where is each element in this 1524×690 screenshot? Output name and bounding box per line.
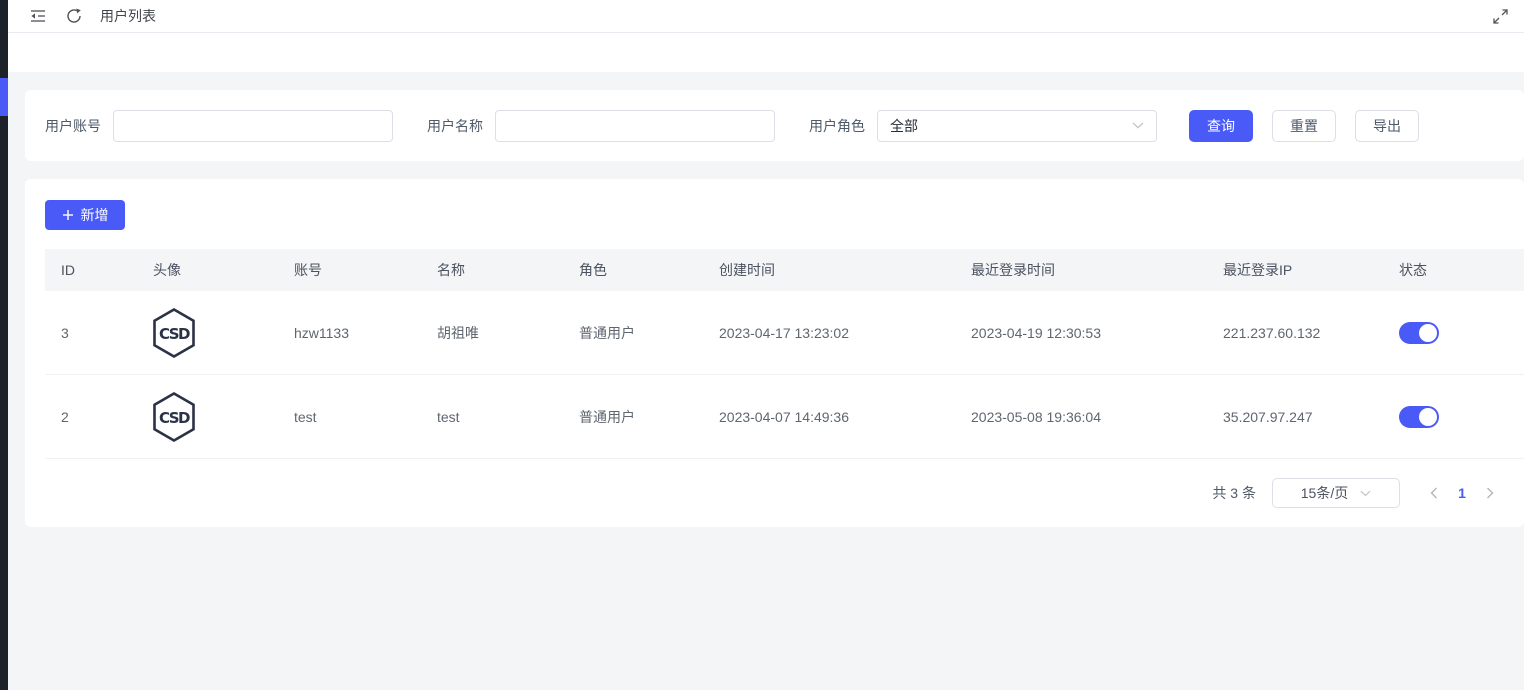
user-role-selected-value: 全部 xyxy=(890,116,1132,136)
fullscreen-icon[interactable] xyxy=(1490,6,1510,26)
cell-status xyxy=(1383,406,1524,428)
table-row: 3 CSD hzw1133 胡祖唯 普通用户 2023-04-17 13:23:… xyxy=(45,291,1524,375)
export-button[interactable]: 导出 xyxy=(1355,110,1419,142)
svg-text:CSD: CSD xyxy=(159,325,190,343)
chevron-down-icon xyxy=(1360,490,1371,497)
field-user-account: 用户账号 xyxy=(45,110,393,142)
cell-last-login: 2023-04-19 12:30:53 xyxy=(955,325,1207,341)
add-user-label: 新增 xyxy=(81,205,109,225)
col-header-id: ID xyxy=(45,262,137,278)
user-account-label: 用户账号 xyxy=(45,116,101,136)
cell-role: 普通用户 xyxy=(563,323,703,343)
topbar: 用户列表 xyxy=(8,0,1524,33)
cell-created: 2023-04-17 13:23:02 xyxy=(703,325,955,341)
tabs-strip xyxy=(8,33,1524,72)
chevron-down-icon xyxy=(1132,122,1144,129)
cell-last-login: 2023-05-08 19:36:04 xyxy=(955,409,1207,425)
user-role-label: 用户角色 xyxy=(809,116,865,136)
cell-last-ip: 35.207.97.247 xyxy=(1207,409,1383,425)
plus-icon xyxy=(62,209,74,221)
cell-account: test xyxy=(278,409,421,425)
cell-account: hzw1133 xyxy=(278,325,421,341)
chevron-left-icon[interactable] xyxy=(1420,479,1448,507)
hexagon-csd-logo-icon: CSD xyxy=(153,308,195,358)
table-row: 2 CSD test test 普通用户 2023-04-07 14:49:36… xyxy=(45,375,1524,459)
cell-name: test xyxy=(421,409,563,425)
table-footer: 共 3 条 15条/页 1 xyxy=(45,459,1524,527)
cell-name: 胡祖唯 xyxy=(421,323,563,343)
col-header-last-ip: 最近登录IP xyxy=(1207,260,1383,280)
col-header-name: 名称 xyxy=(421,260,563,280)
chevron-right-icon[interactable] xyxy=(1476,479,1504,507)
field-user-name: 用户名称 xyxy=(427,110,775,142)
total-count-label: 共 3 条 xyxy=(1212,483,1256,503)
field-user-role: 用户角色 全部 xyxy=(809,110,1157,142)
cell-created: 2023-04-07 14:49:36 xyxy=(703,409,955,425)
col-header-status: 状态 xyxy=(1383,260,1524,280)
reset-button[interactable]: 重置 xyxy=(1272,110,1336,142)
query-button[interactable]: 查询 xyxy=(1189,110,1253,142)
user-account-input[interactable] xyxy=(113,110,393,142)
toggle-knob xyxy=(1419,324,1437,342)
cell-id: 3 xyxy=(45,325,137,341)
tab-user-list[interactable]: 用户列表 xyxy=(100,6,156,26)
user-name-input[interactable] xyxy=(495,110,775,142)
page-content: 用户账号 用户名称 用户角色 全部 查询 xyxy=(8,72,1524,690)
cell-id: 2 xyxy=(45,409,137,425)
pager: 1 xyxy=(1420,479,1504,507)
user-table-card: 新增 ID 头像 账号 名称 角色 创建时间 最近登录时间 最近登录IP 状态 … xyxy=(25,179,1524,527)
search-actions: 查询 重置 导出 xyxy=(1189,110,1419,142)
page-size-select[interactable]: 15条/页 xyxy=(1272,478,1400,508)
main-area: 用户列表 用户账号 用户名称 用户角色 xyxy=(8,0,1524,690)
status-toggle-on[interactable] xyxy=(1399,406,1439,428)
cell-role: 普通用户 xyxy=(563,407,703,427)
add-user-button[interactable]: 新增 xyxy=(45,200,125,230)
refresh-icon[interactable] xyxy=(64,6,84,26)
col-header-avatar: 头像 xyxy=(137,260,278,280)
search-filter-card: 用户账号 用户名称 用户角色 全部 查询 xyxy=(25,90,1524,161)
col-header-created: 创建时间 xyxy=(703,260,955,280)
col-header-last-login: 最近登录时间 xyxy=(955,260,1207,280)
col-header-account: 账号 xyxy=(278,260,421,280)
status-toggle-on[interactable] xyxy=(1399,322,1439,344)
cell-avatar: CSD xyxy=(137,392,278,442)
user-name-label: 用户名称 xyxy=(427,116,483,136)
collapsed-sidebar xyxy=(0,0,8,690)
cell-avatar: CSD xyxy=(137,308,278,358)
table-header-row: ID 头像 账号 名称 角色 创建时间 最近登录时间 最近登录IP 状态 xyxy=(45,249,1524,291)
menu-fold-icon[interactable] xyxy=(28,6,48,26)
cell-status xyxy=(1383,322,1524,344)
col-header-role: 角色 xyxy=(563,260,703,280)
cell-last-ip: 221.237.60.132 xyxy=(1207,325,1383,341)
page-number-current[interactable]: 1 xyxy=(1448,485,1476,501)
page-size-value: 15条/页 xyxy=(1301,483,1348,503)
svg-text:CSD: CSD xyxy=(159,409,190,427)
user-role-select[interactable]: 全部 xyxy=(877,110,1157,142)
hexagon-csd-logo-icon: CSD xyxy=(153,392,195,442)
sidebar-active-indicator[interactable] xyxy=(0,78,8,116)
toggle-knob xyxy=(1419,408,1437,426)
